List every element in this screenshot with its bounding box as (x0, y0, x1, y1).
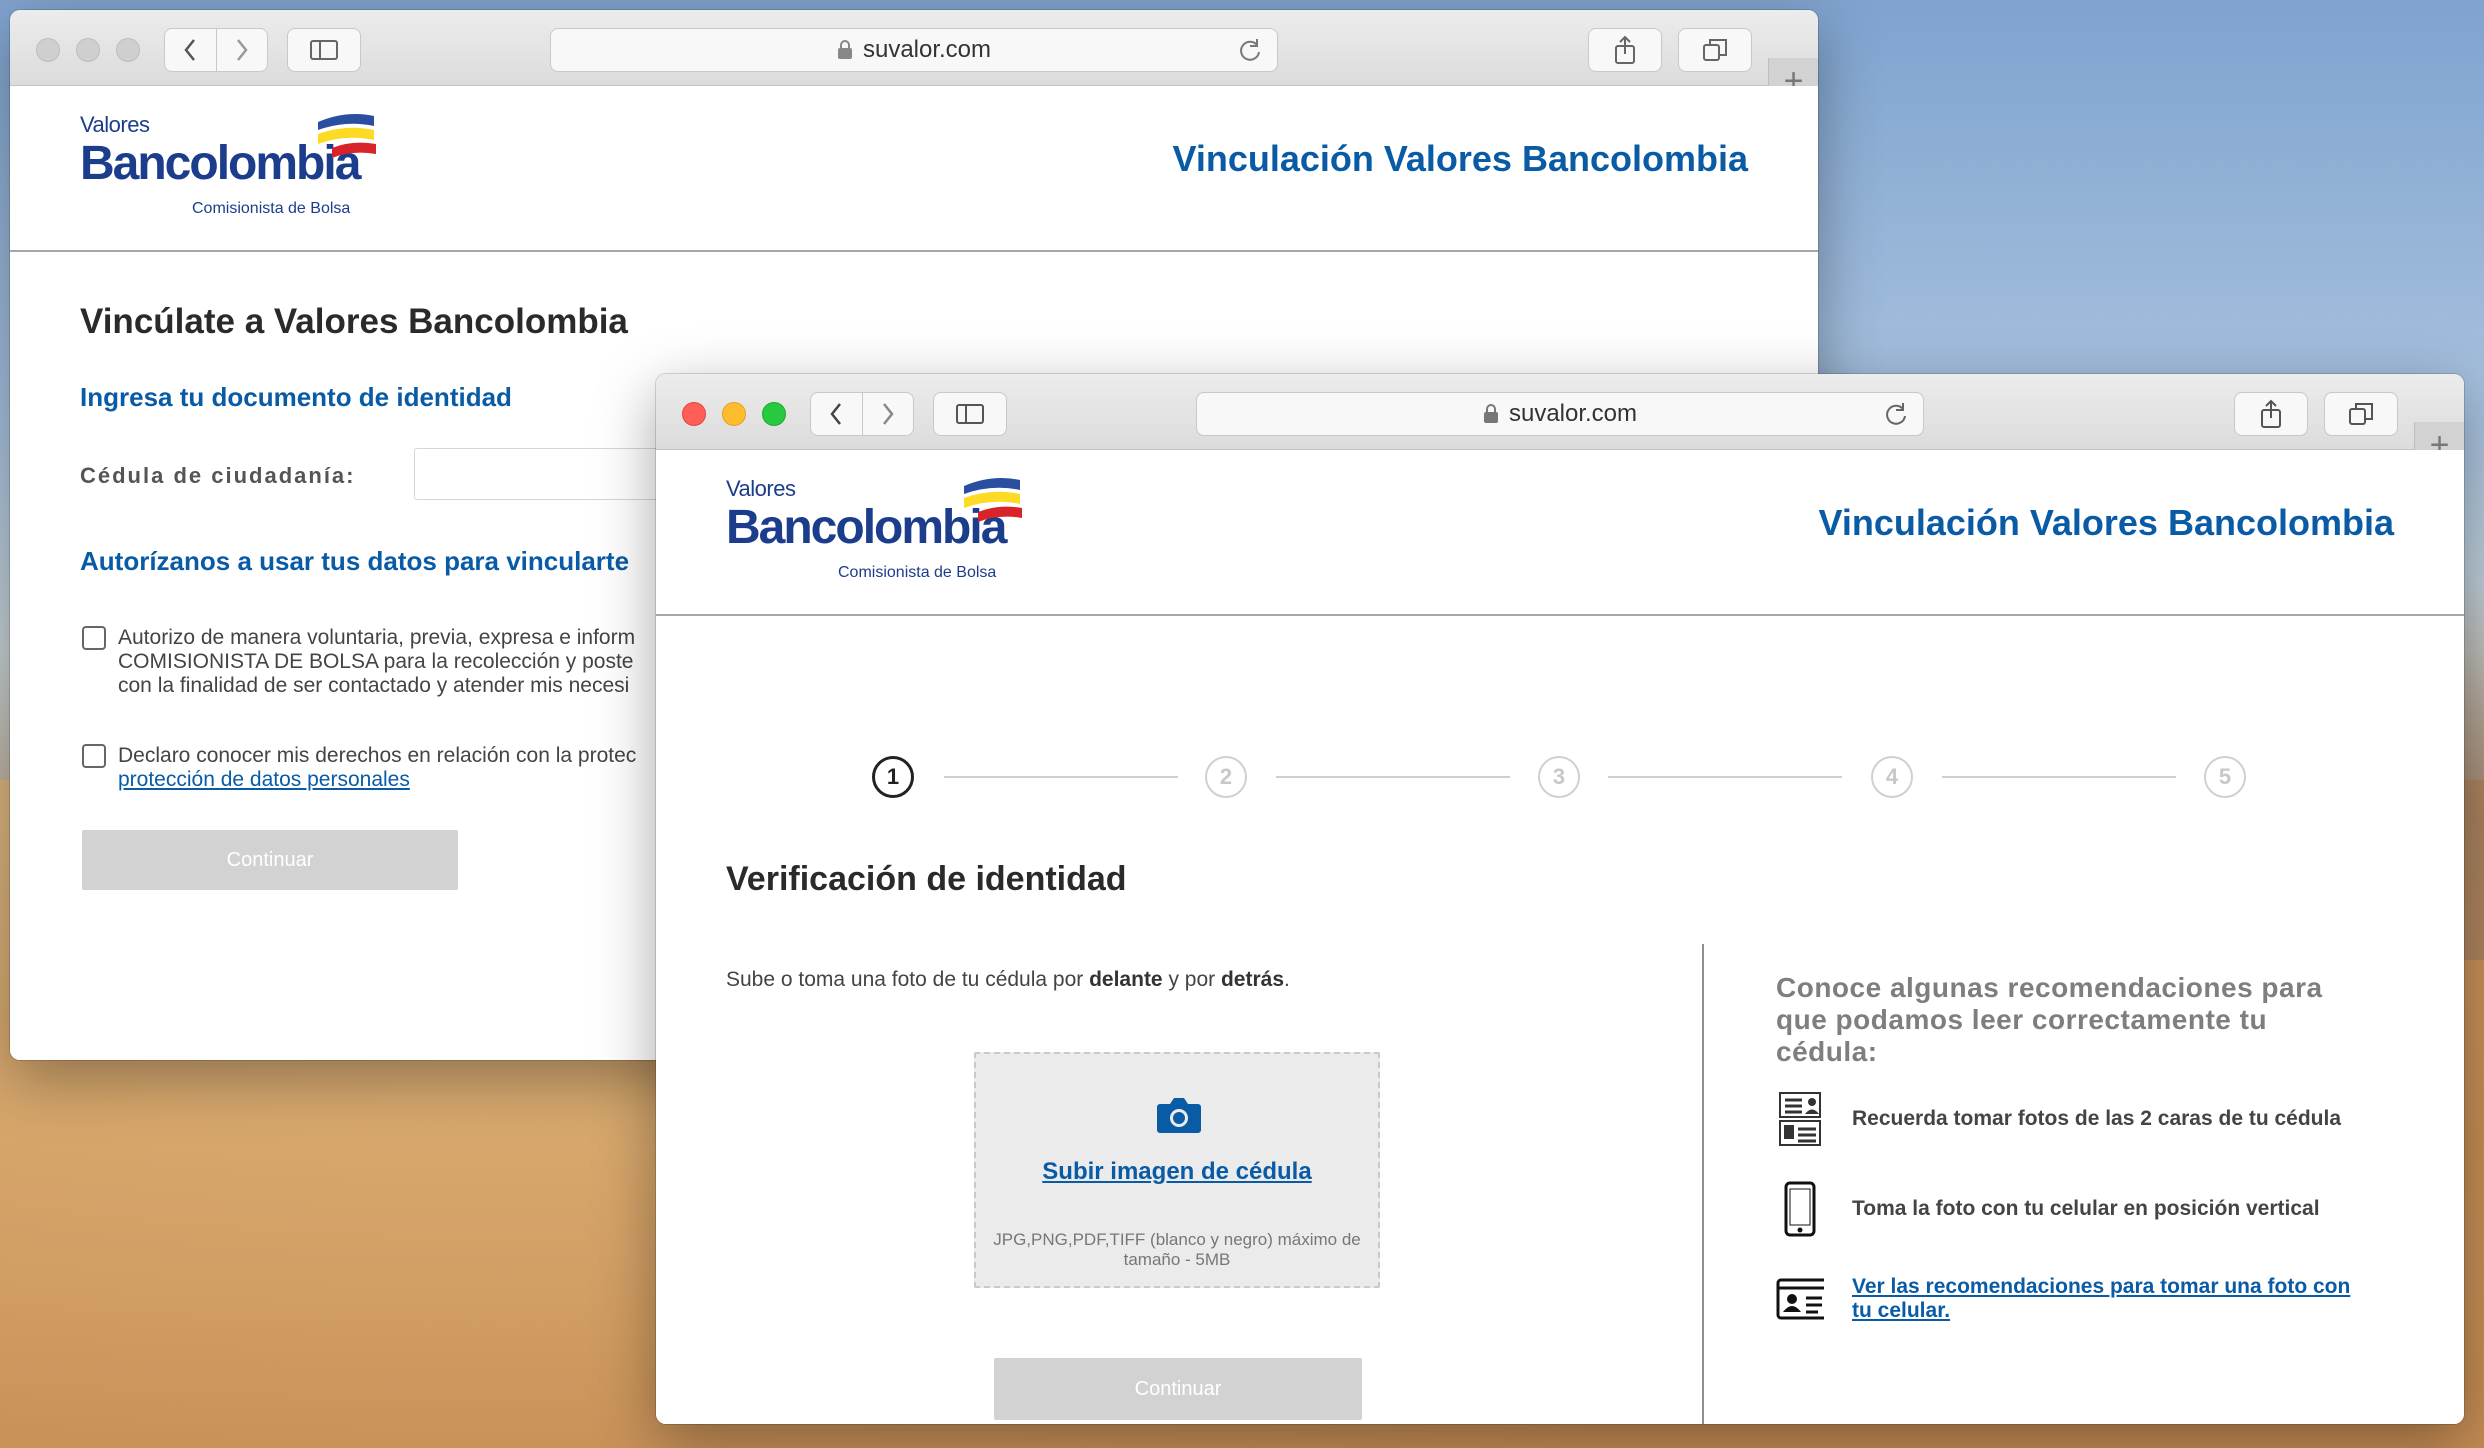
flag-icon (318, 114, 376, 158)
bancolombia-logo[interactable]: Valores Bancolombia Comisionista de Bols… (726, 474, 1046, 584)
step-4: 4 (1871, 756, 1913, 798)
reload-icon[interactable] (1237, 37, 1263, 63)
data-protection-link[interactable]: protección de datos personales (118, 768, 410, 791)
stepper-connector (944, 776, 1178, 778)
share-icon (1615, 35, 1635, 64)
consent-text-1: Autorizo de manera voluntaria, previa, e… (118, 626, 738, 698)
recommendations-title: Conoce algunas recomendaciones para que … (1776, 972, 2323, 1067)
consent-checkbox-2[interactable] (82, 744, 106, 768)
lock-icon (837, 40, 852, 59)
tabs-icon (2349, 403, 2373, 425)
zoom-window-button[interactable] (116, 38, 140, 62)
consent-text-1-line-1: Autorizo de manera voluntaria, previa, e… (118, 626, 636, 649)
logo-subtitle-text: Comisionista de Bolsa (192, 200, 351, 217)
browser-toolbar: suvalor.com + (656, 374, 2464, 468)
share-button[interactable] (2234, 392, 2308, 436)
lock-icon (1483, 404, 1498, 423)
stepper-connector (1276, 776, 1510, 778)
flag-icon (964, 478, 1022, 522)
back-button[interactable] (811, 393, 863, 435)
history-nav (810, 392, 914, 436)
share-button[interactable] (1588, 28, 1662, 72)
address-bar[interactable]: suvalor.com (1196, 392, 1924, 436)
chevron-right-icon (882, 403, 894, 425)
recommendation-text: Recuerda tomar fotos de las 2 caras de t… (1852, 1107, 2342, 1130)
forward-button[interactable] (863, 393, 914, 435)
forward-button[interactable] (217, 29, 268, 71)
photo-recommendations-link[interactable]: Ver las recomendaciones para tomar una f… (1852, 1275, 2372, 1323)
stepper-connector (1608, 776, 1842, 778)
consent-text-1-line-2: COMISIONISTA DE BOLSA para la recolecció… (118, 650, 634, 673)
photo-id-icon (1776, 1270, 1824, 1328)
tabs-icon (1703, 39, 1727, 61)
id-upload-dropzone[interactable]: Subir imagen de cédula JPG,PNG,PDF,TIFF … (974, 1052, 1380, 1288)
column-divider (1702, 944, 1704, 1424)
address-bar[interactable]: suvalor.com (550, 28, 1278, 72)
header-title: Vinculación Valores Bancolombia (1818, 502, 2394, 543)
page-content: Valores Bancolombia Comisionista de Bols… (656, 450, 2464, 1424)
consent-section-title: Autorízanos a usar tus datos para vincul… (80, 546, 630, 576)
site-header: Valores Bancolombia Comisionista de Bols… (10, 86, 1818, 252)
camera-icon (1157, 1098, 1201, 1133)
consent-text-2: Declaro conocer mis derechos en relación… (118, 744, 738, 792)
sidebar-icon (310, 40, 338, 60)
tabs-overview-button[interactable] (1678, 28, 1752, 72)
share-icon (2261, 399, 2281, 428)
back-button[interactable] (165, 29, 217, 71)
logo-valores-text: Valores (80, 112, 150, 137)
browser-window-front[interactable]: suvalor.com + Valores Bancolombia Comisi… (656, 374, 2464, 1424)
url-text: suvalor.com (862, 36, 992, 63)
site-header: Valores Bancolombia Comisionista de Bols… (656, 450, 2464, 616)
stepper-connector (1942, 776, 2176, 778)
step-3: 3 (1538, 756, 1580, 798)
upload-id-link[interactable]: Subir imagen de cédula (976, 1158, 1378, 1186)
zoom-window-button[interactable] (762, 402, 786, 426)
id-card-icon (1776, 1090, 1824, 1148)
step-1: 1 (872, 756, 914, 798)
browser-toolbar: suvalor.com + (10, 10, 1818, 104)
sidebar-toggle-button[interactable] (933, 392, 1007, 436)
logo-subtitle-text: Comisionista de Bolsa (838, 564, 997, 581)
logo-valores-text: Valores (726, 476, 796, 501)
phone-icon (1776, 1180, 1824, 1238)
sidebar-toggle-button[interactable] (287, 28, 361, 72)
reload-icon[interactable] (1883, 401, 1909, 427)
continue-button[interactable]: Continuar (994, 1358, 1362, 1420)
consent-text-2-line: Declaro conocer mis derechos en relación… (118, 744, 637, 767)
upload-file-hint: JPG,PNG,PDF,TIFF (blanco y negro) máximo… (993, 1230, 1361, 1269)
url-text: suvalor.com (1508, 400, 1638, 427)
sidebar-icon (956, 404, 984, 424)
page-title: Verificación de identidad (726, 860, 1127, 898)
tabs-overview-button[interactable] (2324, 392, 2398, 436)
header-title: Vinculación Valores Bancolombia (1172, 138, 1748, 179)
chevron-left-icon (184, 39, 196, 61)
upload-instructions: Sube o toma una foto de tu cédula por de… (726, 968, 1290, 991)
chevron-left-icon (830, 403, 842, 425)
minimize-window-button[interactable] (722, 402, 746, 426)
recommendation-item[interactable]: Ver las recomendaciones para tomar una f… (1776, 1270, 2372, 1328)
id-field-label: Cédula de ciudadanía: (80, 463, 356, 488)
continue-button[interactable]: Continuar (82, 830, 458, 890)
close-window-button[interactable] (682, 402, 706, 426)
page-title: Vincúlate a Valores Bancolombia (80, 302, 628, 341)
bancolombia-logo[interactable]: Valores Bancolombia Comisionista de Bols… (80, 110, 400, 220)
id-section-title: Ingresa tu documento de identidad (80, 382, 512, 412)
minimize-window-button[interactable] (76, 38, 100, 62)
consent-text-1-line-3: con la finalidad de ser contactado y ate… (118, 674, 630, 697)
chevron-right-icon (236, 39, 248, 61)
consent-checkbox-1[interactable] (82, 626, 106, 650)
recommendation-text: Toma la foto con tu celular en posición … (1852, 1197, 2320, 1220)
recommendation-item: Toma la foto con tu celular en posición … (1776, 1180, 2372, 1238)
step-5: 5 (2204, 756, 2246, 798)
history-nav (164, 28, 268, 72)
step-2: 2 (1205, 756, 1247, 798)
recommendation-item: Recuerda tomar fotos de las 2 caras de t… (1776, 1090, 2372, 1148)
close-window-button[interactable] (36, 38, 60, 62)
